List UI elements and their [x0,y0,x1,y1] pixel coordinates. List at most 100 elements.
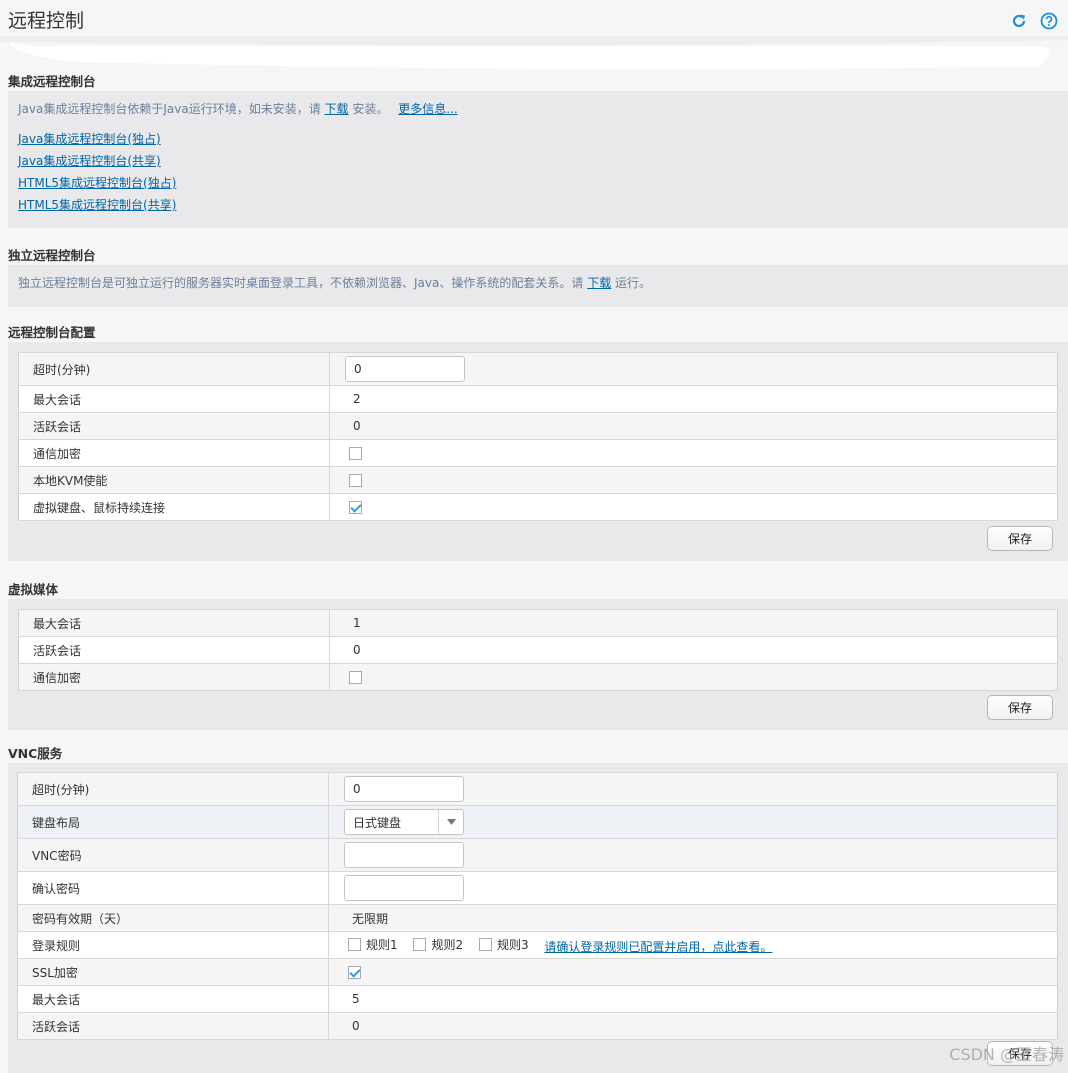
keyboard-layout-label: 键盘布局 [17,805,329,839]
persistent-connection-label: 虚拟键盘、鼠标持续连接 [18,493,330,521]
rule-1-label: 规则1 [366,937,398,952]
table-row: 确认密码 [17,871,1058,905]
table-row: 最大会话 2 [18,385,1058,413]
rule-1-checkbox[interactable] [348,937,361,951]
table-row: 登录规则 规则1 规则2 规则3 请确认登录规则已配置并启用，点此查看。 [17,931,1058,959]
vm-encryption-checkbox[interactable] [349,671,362,684]
info-text: 独立远程控制台是可独立运行的服务器实时桌面登录工具，不依赖浏览器、Java、操作… [18,276,584,290]
login-rules-label: 登录规则 [17,931,329,959]
password-validity-label: 密码有效期（天） [17,904,329,932]
section-title: VNC服务 [8,746,63,761]
table-row: 活跃会话 0 [18,636,1058,664]
active-sessions-label: 活跃会话 [18,412,330,440]
active-sessions-label: 活跃会话 [17,1012,329,1040]
virtual-media-body: 最大会话 1 活跃会话 0 通信加密 保存 [8,599,1068,730]
console-link-list: Java集成远程控制台(独占) Java集成远程控制台(共享) HTML5集成远… [18,128,1058,216]
timeout-input[interactable] [345,356,465,382]
local-kvm-label: 本地KVM使能 [18,466,330,494]
chevron-down-icon [438,810,463,834]
keyboard-layout-select[interactable]: 日式键盘 [344,809,464,835]
download-link[interactable]: 下载 [325,102,349,116]
table-row: 超时(分钟) [18,352,1058,386]
watermark: CSDN @王春涛 [949,1045,1064,1064]
console-config-section: 远程控制台配置 超时(分钟) 最大会话 2 活跃会话 0 通信加密 本地KVM使… [0,324,1068,561]
table-row: 超时(分钟) [17,772,1058,806]
keyboard-layout-value: 日式键盘 [353,815,402,830]
password-validity-value: 无限期 [328,904,1058,932]
console-config-body: 超时(分钟) 最大会话 2 活跃会话 0 通信加密 本地KVM使能 虚拟键盘、鼠… [8,342,1068,561]
active-sessions-value: 0 [329,412,1058,440]
active-sessions-value: 0 [329,636,1058,664]
local-kvm-checkbox[interactable] [349,474,362,487]
active-sessions-value: 0 [328,1012,1058,1040]
help-icon[interactable] [1040,12,1058,30]
section-title: 远程控制台配置 [8,325,96,340]
page-title: 远程控制 [8,10,85,32]
virtual-media-table: 最大会话 1 活跃会话 0 通信加密 [18,609,1058,691]
table-row: SSL加密 [17,958,1058,986]
html5-console-shared-link[interactable]: HTML5集成远程控制台(共享) [18,198,176,212]
confirm-password-input[interactable] [344,875,464,901]
table-row: 通信加密 [18,439,1058,467]
table-row: 键盘布局 日式键盘 [17,805,1058,839]
integrated-console-body: Java集成远程控制台依赖于Java运行环境，如未安装，请 下载 安装。 更多信… [8,91,1068,228]
rule-1-option[interactable]: 规则1 [348,936,398,953]
rule-2-option[interactable]: 规则2 [413,936,463,953]
active-sessions-label: 活跃会话 [18,636,330,664]
table-row: 活跃会话 0 [17,1012,1058,1040]
table-row: 活跃会话 0 [18,412,1058,440]
more-info-link[interactable]: 更多信息... [398,102,457,116]
max-sessions-label: 最大会话 [18,609,330,637]
header-toolbar [1010,12,1058,30]
refresh-icon[interactable] [1010,12,1028,30]
vnc-table: 超时(分钟) 键盘布局 日式键盘 VNC密码 [17,772,1058,1040]
ssl-label: SSL加密 [17,958,329,986]
login-rules-link[interactable]: 请确认登录规则已配置并启用，点此查看。 [544,940,772,954]
timeout-label: 超时(分钟) [18,352,330,386]
confirm-password-label: 确认密码 [17,871,329,905]
vnc-password-input[interactable] [344,842,464,868]
save-button[interactable]: 保存 [987,695,1053,720]
rule-3-option[interactable]: 规则3 [478,936,529,953]
info-text: 运行。 [615,276,652,290]
table-row: 密码有效期（天） 无限期 [17,904,1058,932]
table-row: 虚拟键盘、鼠标持续连接 [18,493,1058,521]
integrated-console-section: 集成远程控制台 Java集成远程控制台依赖于Java运行环境，如未安装，请 下载… [0,73,1068,228]
max-sessions-value: 5 [328,985,1058,1013]
table-row: 最大会话 1 [18,609,1058,637]
console-config-table: 超时(分钟) 最大会话 2 活跃会话 0 通信加密 本地KVM使能 虚拟键盘、鼠… [18,352,1058,521]
page-header: 远程控制 [0,0,1068,70]
header-swoosh-decoration [0,36,1068,70]
table-row: VNC密码 [17,838,1058,872]
integrated-console-info: Java集成远程控制台依赖于Java运行环境，如未安装，请 下载 安装。 更多信… [18,100,1058,118]
max-sessions-label: 最大会话 [18,385,330,413]
vnc-body: 超时(分钟) 键盘布局 日式键盘 VNC密码 [8,763,1068,1073]
encryption-checkbox[interactable] [349,447,362,460]
ssl-checkbox[interactable] [348,966,361,979]
section-title: 独立远程控制台 [8,248,96,263]
rule-2-checkbox[interactable] [413,937,427,951]
encryption-label: 通信加密 [18,439,330,467]
rule-3-checkbox[interactable] [478,937,492,951]
java-console-shared-link[interactable]: Java集成远程控制台(共享) [18,154,161,168]
vnc-timeout-input[interactable] [344,776,464,802]
max-sessions-value: 2 [329,385,1058,413]
download-link[interactable]: 下载 [587,276,611,290]
persistent-connection-checkbox[interactable] [349,501,362,514]
table-row: 本地KVM使能 [18,466,1058,494]
save-button[interactable]: 保存 [987,526,1053,551]
section-title: 虚拟媒体 [8,582,59,597]
vnc-password-label: VNC密码 [17,838,329,872]
timeout-label: 超时(分钟) [17,772,329,806]
html5-console-exclusive-link[interactable]: HTML5集成远程控制台(独占) [18,176,176,190]
info-text: Java集成远程控制台依赖于Java运行环境，如未安装，请 [18,102,321,116]
standalone-console-body: 独立远程控制台是可独立运行的服务器实时桌面登录工具，不依赖浏览器、Java、操作… [8,265,1068,307]
java-console-exclusive-link[interactable]: Java集成远程控制台(独占) [18,132,161,146]
encryption-label: 通信加密 [18,663,330,691]
table-row: 最大会话 5 [17,985,1058,1013]
section-title: 集成远程控制台 [8,74,96,89]
standalone-console-info: 独立远程控制台是可独立运行的服务器实时桌面登录工具，不依赖浏览器、Java、操作… [18,274,1058,292]
max-sessions-label: 最大会话 [17,985,329,1013]
rule-3-label: 规则3 [496,937,529,952]
info-text: 安装。 [352,102,389,116]
